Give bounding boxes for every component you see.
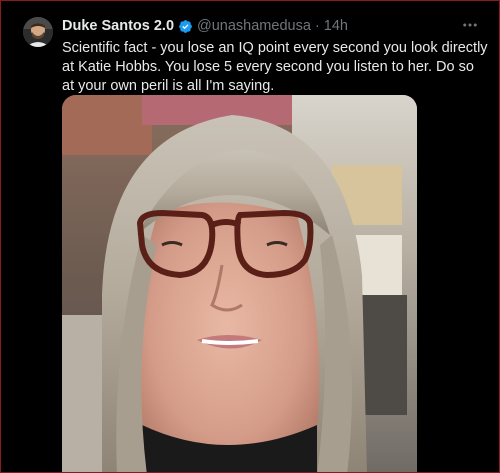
post-timestamp[interactable]: 14h	[324, 18, 348, 34]
verified-badge-icon	[178, 19, 193, 34]
author-name[interactable]: Duke Santos 2.0	[62, 18, 174, 34]
avatar-image	[23, 17, 53, 47]
header-separator: ·	[314, 18, 320, 34]
post-text: Scientific fact - you lose an IQ point e…	[62, 40, 488, 94]
author-handle[interactable]: @unashamedusa	[197, 18, 311, 34]
post-header: Duke Santos 2.0 @unashamedusa · 14h	[62, 16, 348, 36]
media-photo	[62, 95, 417, 472]
tweet-card: Duke Santos 2.0 @unashamedusa · 14h Scie…	[0, 0, 500, 473]
more-options-icon[interactable]	[460, 15, 480, 35]
post-media-image[interactable]	[62, 95, 417, 472]
author-avatar[interactable]	[23, 17, 53, 47]
